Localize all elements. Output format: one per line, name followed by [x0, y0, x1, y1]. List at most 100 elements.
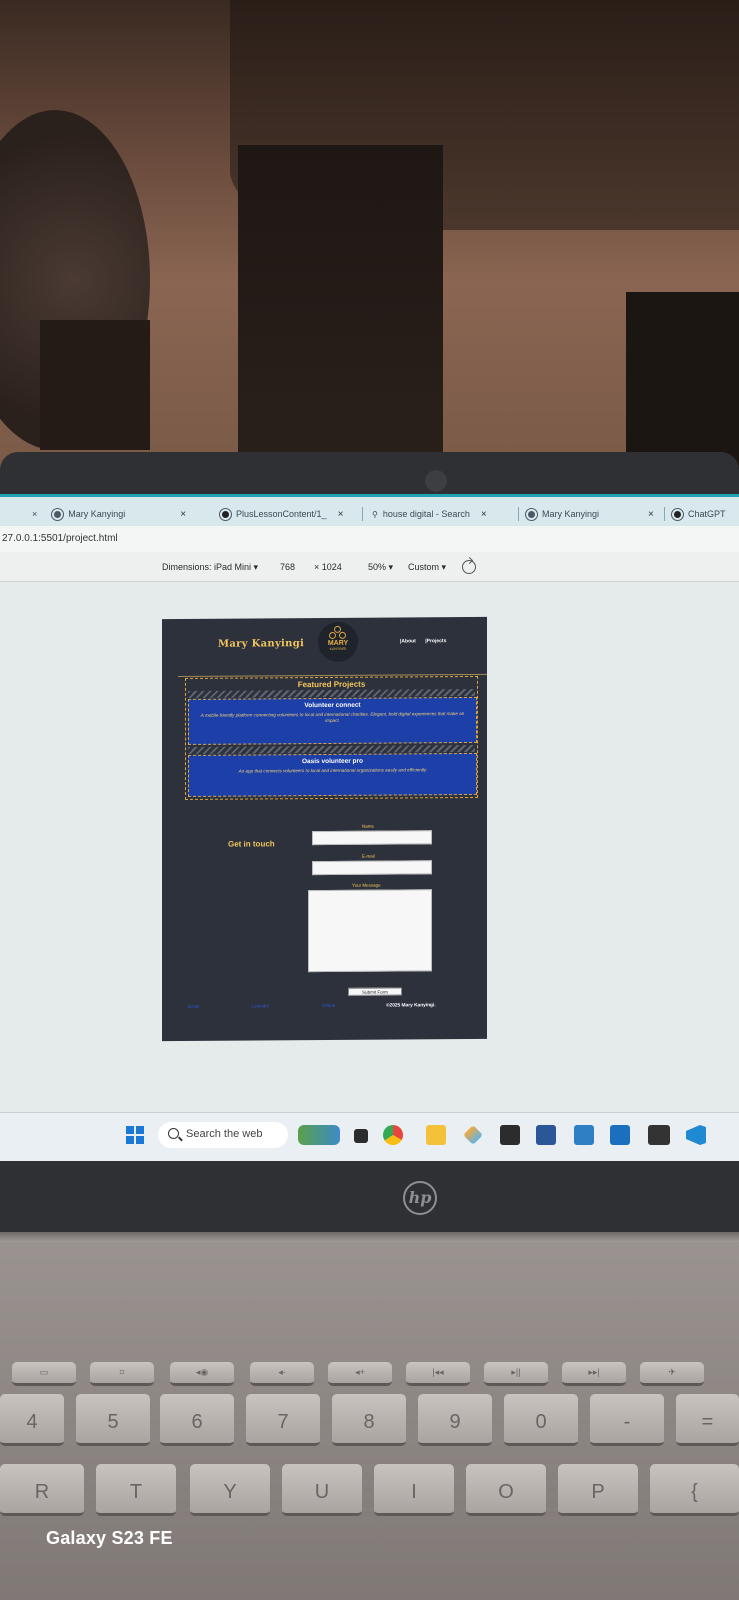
key-y[interactable]: Y — [190, 1464, 270, 1516]
width-input[interactable]: 768 — [280, 562, 295, 572]
project-description: A mobile friendly platform connecting vo… — [200, 711, 465, 723]
vscode-icon[interactable] — [686, 1125, 706, 1145]
url-text[interactable]: 27.0.0.1:5501/project.html — [2, 533, 118, 544]
rotate-icon[interactable] — [462, 560, 476, 574]
tab-separator — [664, 507, 665, 521]
submit-button[interactable]: Submit Form — [348, 987, 402, 996]
footer-email-link[interactable]: Email — [188, 1004, 199, 1009]
sticky-notes-icon[interactable] — [500, 1125, 520, 1145]
email-label: E-mail — [362, 853, 375, 859]
laptop-screen: × Mary Kanyingi × PlusLessonContent/1_ ×… — [0, 494, 739, 1161]
chrome-icon[interactable] — [383, 1125, 403, 1145]
word-icon[interactable] — [536, 1125, 556, 1145]
browser-tab-1[interactable]: × Mary Kanyingi × — [32, 503, 186, 525]
key-5[interactable]: 5 — [76, 1394, 150, 1446]
key-9[interactable]: 9 — [418, 1394, 492, 1446]
tab-label: house digital - Search — [382, 509, 470, 519]
tab-close-icon[interactable]: × — [180, 509, 186, 520]
nav-projects[interactable]: |Projects — [425, 638, 446, 644]
key-r[interactable]: R — [0, 1464, 84, 1516]
key-4[interactable]: 4 — [0, 1394, 64, 1446]
git-icon[interactable] — [463, 1125, 483, 1145]
f-key[interactable]: ⌗ — [90, 1362, 154, 1386]
zoom-select[interactable]: 50% ▾ — [368, 562, 393, 573]
f-key[interactable]: ◂+ — [328, 1362, 392, 1386]
windows-start-icon[interactable] — [126, 1126, 144, 1144]
key-7[interactable]: 7 — [246, 1394, 320, 1446]
f-key[interactable]: |◂◂ — [406, 1362, 470, 1386]
key-6[interactable]: 6 — [160, 1394, 234, 1446]
key-minus[interactable]: - — [590, 1394, 664, 1446]
key-i[interactable]: I — [374, 1464, 454, 1516]
key-0[interactable]: 0 — [504, 1394, 578, 1446]
site-header: Mary Kanyingi MARY KANYINGI |About |Proj… — [178, 616, 487, 678]
key-t[interactable]: T — [96, 1464, 176, 1516]
key-bracket[interactable]: { — [650, 1464, 739, 1516]
footer-github-link[interactable]: Github — [322, 1003, 335, 1008]
f-key[interactable]: ▭ — [12, 1362, 76, 1386]
tab-close-icon[interactable]: × — [338, 509, 344, 520]
github-icon — [220, 508, 231, 520]
site-name: Mary Kanyingi — [218, 638, 305, 650]
height-input[interactable]: × 1024 — [314, 562, 342, 572]
room-background — [0, 0, 739, 470]
project-title: Volunteer connect — [304, 701, 361, 710]
tab-label: ChatGPT — [688, 509, 726, 519]
contact-heading: Get in touch — [228, 839, 275, 849]
outlook-icon[interactable] — [610, 1125, 630, 1145]
browser-tab-3[interactable]: ⚲ house digital - Search × — [372, 503, 487, 525]
throttle-select[interactable]: Custom ▾ — [408, 562, 446, 573]
portfolio-page: Mary Kanyingi MARY KANYINGI |About |Proj… — [162, 616, 487, 1042]
search-icon — [168, 1128, 179, 1139]
key-equals[interactable]: = — [676, 1394, 739, 1446]
browser-tab-2[interactable]: PlusLessonContent/1_ × — [220, 503, 343, 525]
tab-label: Mary Kanyingi — [68, 509, 126, 519]
globe-icon — [52, 508, 64, 520]
task-view-icon[interactable] — [354, 1129, 368, 1143]
honeycomb-icon — [329, 625, 347, 640]
key-u[interactable]: U — [282, 1464, 362, 1516]
key-p[interactable]: P — [558, 1464, 638, 1516]
f-key[interactable]: ▸▸| — [562, 1362, 626, 1386]
file-explorer-icon[interactable] — [426, 1125, 446, 1145]
tab-close-icon[interactable]: × — [32, 509, 37, 519]
email-field[interactable] — [312, 860, 432, 876]
browser-tab-4[interactable]: Mary Kanyingi × — [526, 503, 654, 525]
copyright-text: ©2025 Mary Kanyingi. — [386, 1003, 436, 1009]
tab-label: Mary Kanyingi — [542, 509, 600, 519]
f-key[interactable]: ◂- — [250, 1362, 314, 1386]
dark-doorway — [238, 145, 443, 470]
name-field[interactable] — [312, 830, 432, 846]
search-icon: ⚲ — [372, 509, 378, 519]
device-select[interactable]: Dimensions: iPad Mini ▾ — [162, 562, 258, 573]
key-8[interactable]: 8 — [332, 1394, 406, 1446]
project-description: An app that connects volunteers to local… — [238, 767, 427, 774]
taskbar-search[interactable]: Search the web — [158, 1122, 288, 1148]
nav-about[interactable]: |About — [400, 638, 416, 644]
address-bar[interactable]: 27.0.0.1:5501/project.html — [0, 526, 739, 552]
f-key[interactable]: ▸|| — [484, 1362, 548, 1386]
f-key[interactable]: ✈ — [640, 1362, 704, 1386]
camera-watermark: Galaxy S23 FE — [46, 1528, 173, 1548]
logo-subtext: KANYINGI — [329, 646, 347, 651]
tab-close-icon[interactable]: × — [648, 509, 654, 520]
terminal-icon[interactable] — [648, 1125, 670, 1145]
project-card[interactable]: Oasis volunteer pro An app that connects… — [188, 752, 477, 797]
name-label: Name — [362, 823, 375, 829]
f-key[interactable]: ◂◉ — [170, 1362, 234, 1386]
arch-opening — [40, 320, 150, 450]
photos-icon[interactable] — [574, 1125, 594, 1145]
browser-tab-5[interactable]: ChatGPT — [672, 503, 726, 525]
site-logo[interactable]: MARY KANYINGI — [318, 621, 358, 663]
windows-taskbar: Search the web — [0, 1112, 739, 1161]
footer-linkedin-link[interactable]: LinkedIn — [252, 1003, 269, 1008]
tab-label: PlusLessonContent/1_ — [236, 509, 327, 519]
browser-tab-bar: × Mary Kanyingi × PlusLessonContent/1_ ×… — [0, 494, 739, 526]
tab-separator — [362, 507, 363, 521]
message-textarea[interactable] — [308, 889, 432, 973]
tab-close-icon[interactable]: × — [481, 509, 487, 520]
chatgpt-icon — [672, 508, 683, 520]
key-o[interactable]: O — [466, 1464, 546, 1516]
project-card[interactable]: Volunteer connect A mobile friendly plat… — [188, 696, 477, 745]
widgets-icon[interactable] — [298, 1125, 340, 1145]
